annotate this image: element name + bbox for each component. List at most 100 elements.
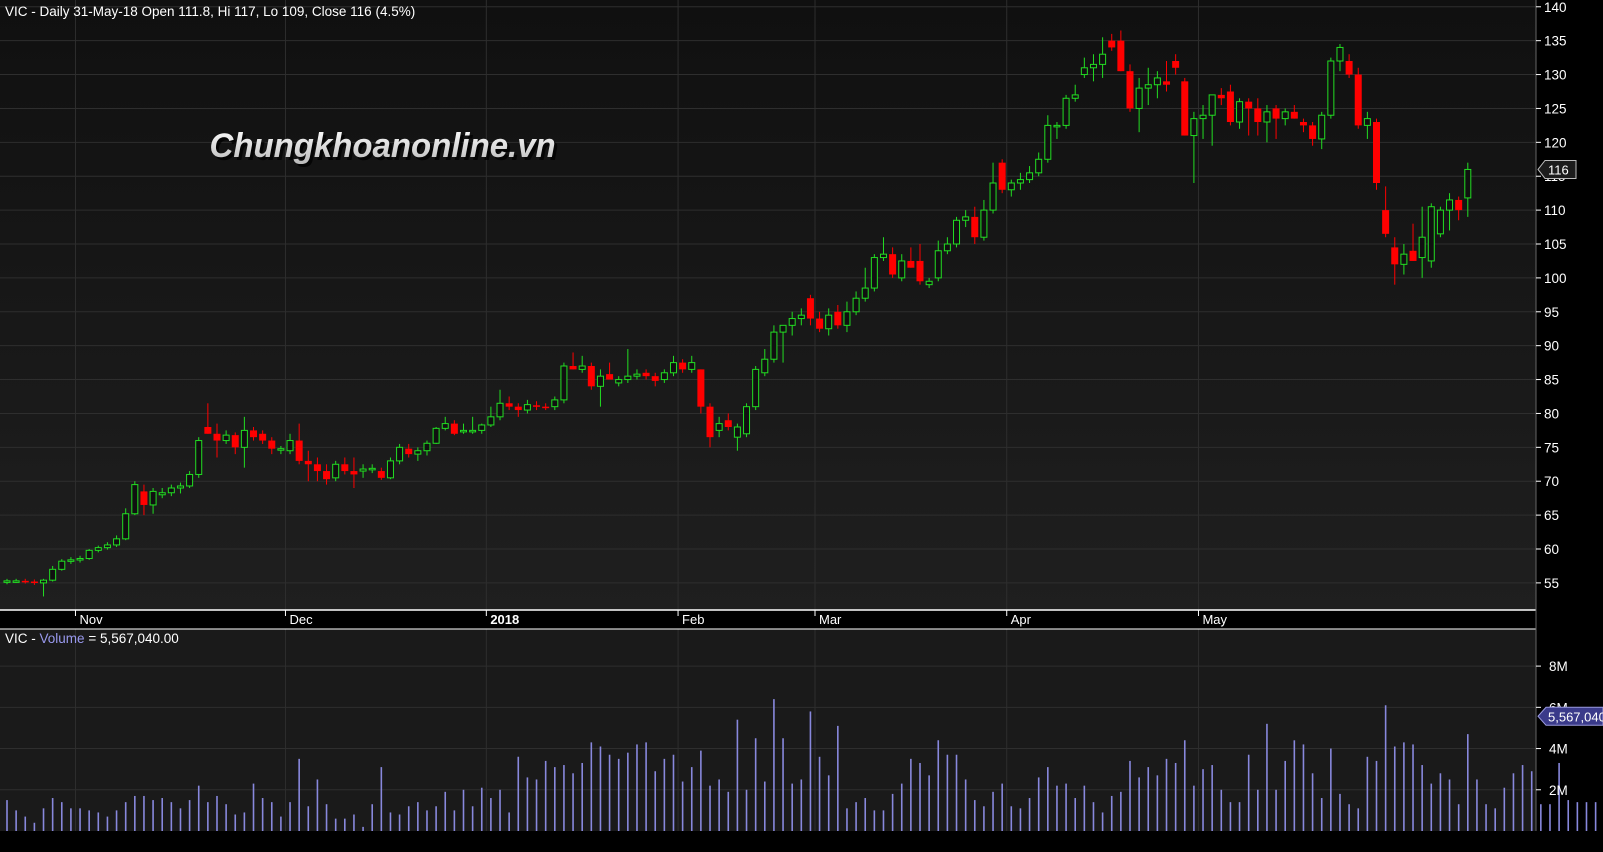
candle-up [1071, 94, 1079, 99]
price-tick-label: 110 [1544, 203, 1566, 218]
candle-up [158, 492, 166, 496]
candle-up [761, 358, 769, 374]
volume-tick-label: 4M [1549, 742, 1568, 757]
candle-down [1290, 111, 1298, 119]
volume-label: Volume [40, 631, 85, 646]
candle-down [213, 433, 221, 441]
candle-up [1044, 124, 1052, 160]
candle-up [523, 404, 531, 411]
candle-up [332, 463, 340, 479]
candle-up [1016, 179, 1024, 184]
price-tick-label: 125 [1544, 101, 1567, 116]
candle-up [368, 467, 376, 471]
candle-up [743, 406, 751, 435]
price-tick-label: 90 [1544, 339, 1559, 354]
candle-up [487, 416, 495, 426]
candle-up [1336, 46, 1344, 62]
candle-down [1345, 61, 1353, 75]
candle-down [1108, 40, 1116, 48]
candle-up [934, 250, 942, 279]
candle-up [980, 209, 988, 238]
price-tick-label: 95 [1544, 305, 1559, 320]
candle-down [569, 366, 577, 370]
candle-up [1153, 77, 1161, 86]
candle-up [953, 219, 961, 245]
candle-up [49, 568, 57, 581]
candle-up [624, 375, 632, 381]
candle-up [596, 375, 604, 387]
candle-down [1217, 94, 1225, 99]
candle-up [3, 580, 11, 583]
candle-down [834, 311, 842, 326]
candle-up [770, 331, 778, 360]
candle-up [40, 579, 48, 584]
price-pane[interactable] [0, 0, 1536, 610]
x-tick-label: Dec [289, 612, 313, 627]
candle-down [268, 440, 276, 449]
candle-up [1199, 114, 1207, 120]
candle-up [478, 424, 486, 431]
x-tick-label: Apr [1011, 612, 1032, 627]
last-price-label: 116 [1548, 162, 1569, 177]
candle-down [1254, 108, 1262, 122]
stock-chart[interactable]: Nov Dec 2018 Feb Mar Apr May 55 60 65 70 75 80 85 90 9… [0, 0, 1603, 852]
candle-down [405, 448, 413, 455]
price-tick-label: 55 [1544, 576, 1559, 591]
price-tick-label: 105 [1544, 237, 1567, 252]
candle-up [1436, 209, 1444, 235]
candle-up [989, 182, 997, 211]
volume-pane[interactable] [0, 629, 1536, 831]
candle-up [925, 280, 933, 286]
candle-up [149, 490, 157, 506]
candle-down [204, 427, 212, 434]
candle-down [907, 260, 915, 268]
candle-up [551, 399, 559, 408]
candle-down [606, 374, 614, 380]
candle-up [67, 559, 75, 562]
candle-up [167, 487, 175, 494]
candle-down [706, 406, 714, 438]
candle-up [176, 485, 184, 489]
volume-symbol: VIC - [5, 631, 36, 646]
candle-up [76, 557, 84, 561]
candle-up [843, 311, 851, 326]
candle-up [359, 468, 367, 472]
candle-up [733, 426, 741, 438]
candle-up [186, 473, 194, 487]
candle-down [1226, 91, 1234, 122]
candle-down [304, 460, 312, 465]
candle-up [195, 440, 203, 475]
price-tick-label: 140 [1544, 0, 1567, 15]
candle-up [779, 324, 787, 333]
candle-up [615, 379, 623, 384]
volume-title: VIC - Volume = 5,567,040.00 [5, 631, 179, 646]
candle-down [313, 464, 321, 472]
candle-down [1245, 101, 1253, 109]
candle-down [679, 362, 687, 370]
candle-down [1409, 250, 1417, 261]
candle-up [1427, 206, 1435, 262]
candle-down [323, 471, 331, 480]
candle-up [688, 362, 696, 370]
candle-up [396, 446, 404, 462]
candle-down [295, 440, 303, 461]
candle-up [1327, 60, 1335, 116]
candle-up [460, 429, 467, 433]
candle-down [1309, 125, 1317, 139]
candle-up [469, 429, 477, 433]
candle-down [1382, 210, 1390, 234]
candle-down [533, 405, 541, 407]
candle-down [514, 406, 522, 411]
candle-up [962, 216, 970, 221]
candle-down [231, 435, 239, 448]
x-tick-label: Feb [682, 612, 704, 627]
candle-down [1373, 122, 1380, 183]
price-tick-label: 135 [1544, 34, 1567, 49]
candle-down [697, 369, 705, 407]
x-tick-label: Nov [79, 612, 103, 627]
candle-down [1272, 108, 1280, 119]
candle-down [259, 433, 267, 441]
price-tick-label: 70 [1544, 474, 1559, 489]
candle-down [916, 260, 924, 282]
candle-down [1163, 81, 1171, 85]
